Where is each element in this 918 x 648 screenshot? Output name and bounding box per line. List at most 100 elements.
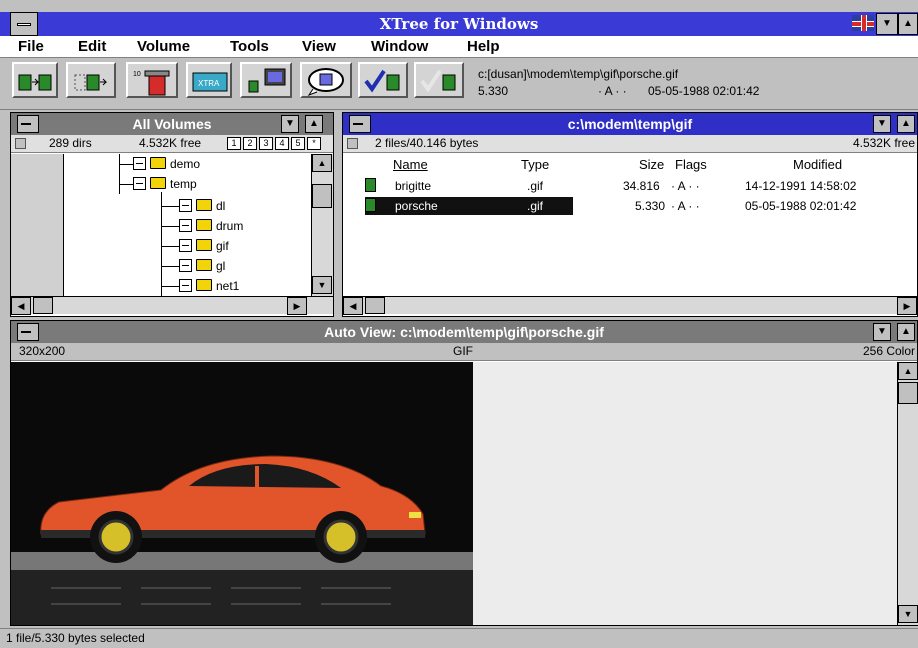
drive-tab[interactable]: 3 bbox=[259, 137, 273, 150]
file-list-maximize-button[interactable]: ▲ bbox=[897, 115, 915, 133]
collapse-icon[interactable] bbox=[179, 259, 192, 272]
move-file-button[interactable] bbox=[66, 62, 116, 98]
volumes-hscroll[interactable]: ◀ ▶ bbox=[11, 296, 333, 315]
column-flags[interactable]: Flags bbox=[675, 157, 707, 172]
collapse-icon[interactable] bbox=[179, 219, 192, 232]
file-icon bbox=[365, 178, 376, 192]
compare-button[interactable] bbox=[240, 62, 292, 98]
scroll-right-arrow-icon[interactable]: ▶ bbox=[287, 297, 307, 315]
image-colors: 256 Color bbox=[862, 344, 915, 358]
menu-view[interactable]: View bbox=[302, 38, 336, 55]
file-list-minimize-button[interactable]: ▼ bbox=[873, 115, 891, 133]
autoview-menu-button[interactable] bbox=[17, 323, 39, 341]
tree-node-label: temp bbox=[170, 177, 197, 191]
delete-file-icon: 10 bbox=[133, 70, 170, 96]
autoview-vscroll[interactable]: ▲ ▼ bbox=[897, 362, 918, 625]
file-list-menu-button[interactable] bbox=[349, 115, 371, 133]
tree-node-gl[interactable]: gl bbox=[179, 256, 225, 276]
maximize-button[interactable]: ▲ bbox=[898, 13, 918, 35]
language-flag-icon bbox=[852, 15, 874, 31]
scroll-thumb[interactable] bbox=[312, 184, 332, 208]
menu-window[interactable]: Window bbox=[371, 38, 428, 55]
app-titlebar: XTree for Windows ▼ ▲ bbox=[0, 12, 918, 36]
volumes-vscroll[interactable]: ▲ ▼ bbox=[311, 154, 333, 296]
tree-node-demo[interactable]: demo bbox=[133, 154, 200, 174]
menu-edit[interactable]: Edit bbox=[78, 38, 106, 55]
collapse-icon[interactable] bbox=[179, 199, 192, 212]
column-type[interactable]: Type bbox=[521, 157, 549, 172]
file-list-free: 4.532K free bbox=[852, 136, 915, 150]
tree-node-label: gl bbox=[216, 259, 226, 273]
drive-tab[interactable]: * bbox=[307, 137, 321, 150]
tag-button[interactable] bbox=[358, 62, 408, 98]
scroll-thumb[interactable] bbox=[365, 297, 385, 314]
image-format: GIF bbox=[453, 344, 473, 358]
file-icon bbox=[365, 198, 376, 212]
scroll-left-arrow-icon[interactable]: ◀ bbox=[343, 297, 363, 315]
menu-bar: File Edit Volume Tools View Window Help bbox=[0, 36, 918, 58]
autoview-maximize-button[interactable]: ▲ bbox=[897, 323, 915, 341]
autoview-titlebar: Auto View: c:\modem\temp\gif\porsche.gif… bbox=[11, 321, 917, 343]
image-preview bbox=[11, 362, 473, 625]
copy-file-button[interactable] bbox=[12, 62, 58, 98]
tree-node-dl[interactable]: dl bbox=[179, 196, 225, 216]
drive-tab[interactable]: 2 bbox=[243, 137, 257, 150]
column-modified[interactable]: Modified bbox=[793, 157, 842, 172]
tree-node-label: net1 bbox=[216, 279, 240, 293]
collapse-icon[interactable] bbox=[133, 157, 146, 170]
scroll-down-arrow-icon[interactable]: ▼ bbox=[312, 276, 332, 294]
drive-tabs: 1 2 3 4 5 * bbox=[227, 137, 321, 150]
tree-node-gif[interactable]: gif bbox=[179, 236, 229, 256]
file-row-selected[interactable]: porsche .gif 5.330 · A · · 05-05-1988 02… bbox=[365, 196, 865, 216]
column-name[interactable]: Name bbox=[393, 157, 428, 172]
tree-node-drum[interactable]: drum bbox=[179, 216, 243, 236]
file-row[interactable]: brigitte .gif 34.816 · A · · 14-12-1991 … bbox=[365, 176, 865, 196]
tag-icon bbox=[364, 69, 400, 93]
collapse-icon[interactable] bbox=[133, 177, 146, 190]
drive-tab[interactable]: 1 bbox=[227, 137, 241, 150]
file-name: brigitte bbox=[395, 179, 432, 193]
view-button[interactable] bbox=[300, 62, 352, 98]
scroll-thumb[interactable] bbox=[898, 382, 918, 404]
svg-text:XTRA: XTRA bbox=[198, 79, 220, 88]
tree-node-temp[interactable]: temp bbox=[133, 174, 197, 194]
selected-file-path: c:[dusan]\modem\temp\gif\porsche.gif bbox=[478, 67, 679, 81]
tree-node-net1[interactable]: net1 bbox=[179, 276, 239, 296]
autoview-minimize-button[interactable]: ▼ bbox=[873, 323, 891, 341]
volumes-menu-button[interactable] bbox=[17, 115, 39, 133]
scroll-right-arrow-icon[interactable]: ▶ bbox=[897, 297, 917, 315]
delete-file-button[interactable]: 10 bbox=[126, 62, 178, 98]
volumes-title: All Volumes bbox=[132, 116, 212, 132]
menu-tools[interactable]: Tools bbox=[230, 38, 269, 55]
selected-file-info: c:[dusan]\modem\temp\gif\porsche.gif 5.3… bbox=[478, 66, 818, 100]
volumes-minimize-button[interactable]: ▼ bbox=[281, 115, 299, 133]
scroll-left-arrow-icon[interactable]: ◀ bbox=[11, 297, 31, 315]
scroll-thumb[interactable] bbox=[33, 297, 53, 314]
minimize-button[interactable]: ▼ bbox=[876, 13, 898, 35]
untag-button[interactable] bbox=[414, 62, 464, 98]
volumes-maximize-button[interactable]: ▲ bbox=[305, 115, 323, 133]
xtra-button[interactable]: XTRA bbox=[186, 62, 232, 98]
collapse-icon[interactable] bbox=[179, 239, 192, 252]
drive-tab[interactable]: 5 bbox=[291, 137, 305, 150]
scroll-up-arrow-icon[interactable]: ▲ bbox=[898, 362, 918, 380]
directory-tree: demo temp dl drum gif gl net1 bbox=[11, 154, 311, 296]
toolbar: 10 XTRA c:[dusan]\modem\temp\gif\porsche… bbox=[0, 58, 918, 110]
file-list-hscroll[interactable]: ◀ ▶ bbox=[343, 296, 917, 315]
selected-file-datetime: 05-05-1988 02:01:42 bbox=[648, 84, 760, 98]
autoview-info: 320x200 GIF 256 Color bbox=[11, 343, 917, 361]
scroll-up-arrow-icon[interactable]: ▲ bbox=[312, 154, 332, 172]
file-list-info: 2 files/40.146 bytes 4.532K free bbox=[343, 135, 917, 153]
drive-tab[interactable]: 4 bbox=[275, 137, 289, 150]
app-title: XTree for Windows bbox=[379, 15, 539, 33]
file-modified: 05-05-1988 02:01:42 bbox=[745, 199, 857, 213]
folder-icon bbox=[196, 239, 212, 251]
menu-file[interactable]: File bbox=[18, 38, 44, 55]
menu-help[interactable]: Help bbox=[467, 38, 500, 55]
column-size[interactable]: Size bbox=[639, 157, 664, 172]
menu-volume[interactable]: Volume bbox=[137, 38, 190, 55]
collapse-icon[interactable] bbox=[179, 279, 192, 292]
folder-icon bbox=[196, 259, 212, 271]
file-modified: 14-12-1991 14:58:02 bbox=[745, 179, 857, 193]
scroll-down-arrow-icon[interactable]: ▼ bbox=[898, 605, 918, 623]
